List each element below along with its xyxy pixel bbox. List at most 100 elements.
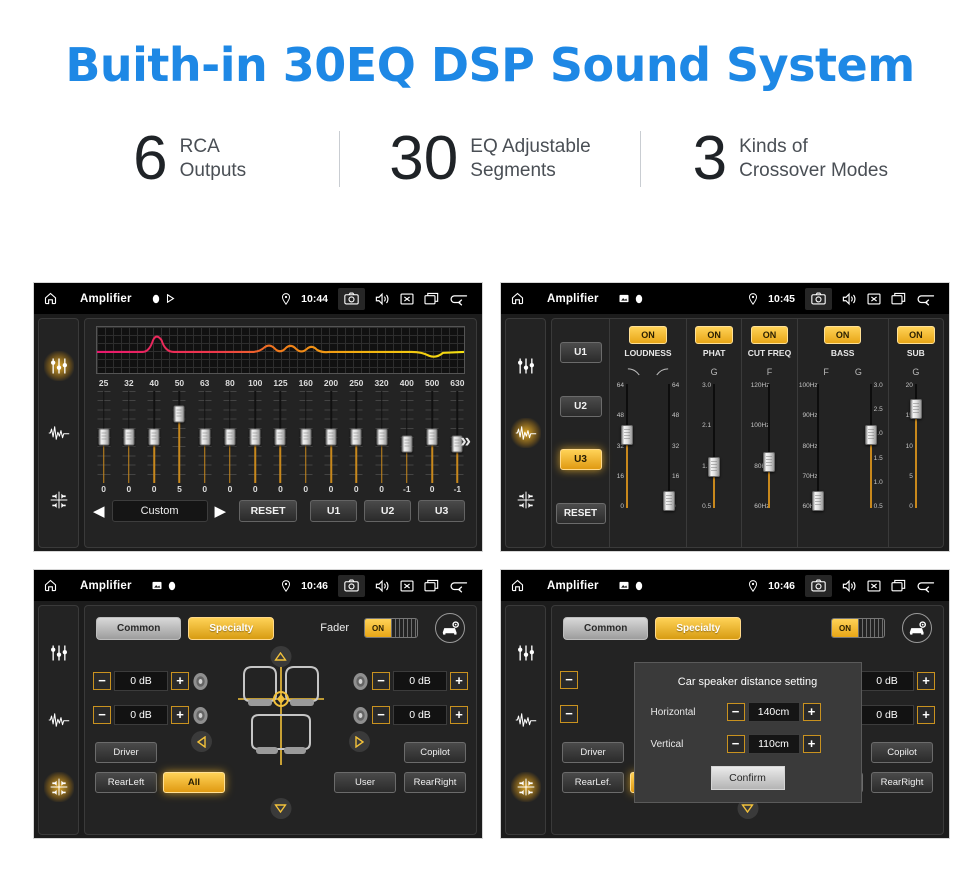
seat-button-rearright[interactable]: RearRight bbox=[404, 772, 466, 793]
increase-button[interactable]: + bbox=[450, 672, 468, 690]
recent-apps-icon[interactable] bbox=[891, 579, 906, 592]
back-arrow-icon[interactable] bbox=[916, 292, 936, 306]
close-box-icon[interactable] bbox=[400, 292, 414, 306]
increase-button[interactable]: + bbox=[917, 672, 935, 690]
balance-up-button[interactable] bbox=[270, 646, 291, 667]
sidebar-item-waveform[interactable] bbox=[44, 705, 74, 735]
eq-slider-knob[interactable] bbox=[224, 428, 236, 446]
increase-button[interactable]: + bbox=[171, 672, 189, 690]
decrease-button[interactable]: − bbox=[560, 671, 578, 689]
tab-specialty[interactable]: Specialty bbox=[655, 616, 742, 640]
dsp-preset-u1-button[interactable]: U1 bbox=[559, 342, 602, 364]
sidebar-item-balance[interactable] bbox=[510, 771, 541, 802]
sidebar-item-waveform[interactable] bbox=[511, 705, 541, 735]
eq-slider[interactable] bbox=[419, 391, 444, 483]
seat-button-copilot[interactable]: Copilot bbox=[871, 742, 933, 763]
decrease-button[interactable]: − bbox=[93, 706, 111, 724]
vertical-decrease-button[interactable]: − bbox=[726, 735, 745, 753]
seat-button-driver[interactable]: Driver bbox=[95, 742, 157, 763]
slider-knob[interactable] bbox=[811, 491, 824, 512]
volume-icon[interactable] bbox=[375, 579, 390, 593]
close-box-icon[interactable] bbox=[867, 579, 881, 593]
eq-slider[interactable] bbox=[293, 391, 318, 483]
preset-next-button[interactable]: ▶ bbox=[215, 504, 227, 519]
eq-slider-knob[interactable] bbox=[98, 428, 110, 446]
sub-gain-slider[interactable]: 20 15 10 5 0 bbox=[899, 380, 933, 512]
cutfreq-toggle[interactable]: ON bbox=[750, 326, 789, 344]
recent-apps-icon[interactable] bbox=[891, 292, 906, 305]
back-arrow-icon[interactable] bbox=[916, 579, 936, 593]
phat-toggle[interactable]: ON bbox=[695, 326, 733, 344]
home-icon[interactable] bbox=[43, 291, 58, 306]
loudness-slider-b[interactable]: 64 48 32 16 0 bbox=[652, 380, 686, 512]
recent-apps-icon[interactable] bbox=[424, 292, 439, 305]
cutfreq-slider[interactable]: 120Hz 100Hz 80Hz 60Hz bbox=[749, 380, 789, 512]
tab-common[interactable]: Common bbox=[563, 616, 649, 640]
bass-gain-slider[interactable]: 3.0 2.5 2.0 1.5 1.0 0.5 bbox=[854, 380, 888, 512]
horizontal-decrease-button[interactable]: − bbox=[726, 703, 745, 721]
tab-specialty[interactable]: Specialty bbox=[188, 616, 275, 640]
sidebar-item-balance[interactable] bbox=[511, 485, 541, 515]
reset-button[interactable]: RESET bbox=[239, 500, 298, 522]
decrease-button[interactable]: − bbox=[372, 672, 390, 690]
eq-slider-knob[interactable] bbox=[350, 428, 362, 446]
preset-prev-button[interactable]: ◀ bbox=[93, 504, 105, 519]
user-preset-u1-button[interactable]: U1 bbox=[310, 500, 358, 522]
car-settings-button[interactable] bbox=[435, 613, 465, 643]
seat-button-rearright[interactable]: RearRight bbox=[871, 772, 933, 793]
bass-freq-slider[interactable]: 100Hz 90Hz 80Hz 70Hz 60Hz bbox=[798, 380, 838, 512]
eq-slider-knob[interactable] bbox=[123, 428, 135, 446]
sidebar-item-equalizer[interactable] bbox=[43, 351, 74, 382]
eq-slider[interactable] bbox=[192, 391, 217, 483]
camera-icon[interactable] bbox=[344, 292, 359, 305]
balance-down-button[interactable] bbox=[270, 798, 291, 819]
slider-knob[interactable] bbox=[864, 425, 877, 446]
volume-icon[interactable] bbox=[375, 292, 390, 306]
slider-knob[interactable] bbox=[708, 457, 721, 478]
dsp-preset-u3-button[interactable]: U3 bbox=[559, 449, 602, 471]
eq-slider[interactable] bbox=[243, 391, 268, 483]
home-icon[interactable] bbox=[510, 291, 525, 306]
increase-button[interactable]: + bbox=[171, 706, 189, 724]
seat-button-rearleft[interactable]: RearLef. bbox=[562, 772, 624, 793]
loudness-toggle[interactable]: ON bbox=[629, 326, 667, 344]
sub-toggle[interactable]: ON bbox=[897, 326, 935, 344]
phat-gain-slider[interactable]: 3.0 2.1 1.3 0.5 bbox=[697, 380, 731, 512]
seat-button-rearleft[interactable]: RearLeft bbox=[95, 772, 157, 793]
expand-chevron-icon[interactable]: » bbox=[460, 431, 471, 453]
slider-knob[interactable] bbox=[663, 491, 675, 512]
balance-left-button[interactable] bbox=[190, 731, 212, 752]
camera-icon[interactable] bbox=[344, 579, 359, 592]
close-box-icon[interactable] bbox=[400, 579, 414, 593]
preset-name[interactable]: Custom bbox=[111, 500, 208, 522]
car-seat-diagram[interactable] bbox=[222, 649, 340, 771]
vertical-increase-button[interactable]: + bbox=[802, 735, 821, 753]
eq-slider[interactable] bbox=[167, 391, 192, 483]
back-arrow-icon[interactable] bbox=[449, 579, 469, 593]
back-arrow-icon[interactable] bbox=[449, 292, 469, 306]
decrease-button[interactable]: − bbox=[93, 672, 111, 690]
eq-slider[interactable] bbox=[91, 391, 116, 483]
sidebar-item-waveform[interactable] bbox=[44, 418, 74, 448]
close-box-icon[interactable] bbox=[867, 292, 881, 306]
eq-slider-knob[interactable] bbox=[249, 428, 261, 446]
camera-icon[interactable] bbox=[811, 292, 826, 305]
camera-button[interactable] bbox=[805, 287, 832, 310]
increase-button[interactable]: + bbox=[450, 706, 468, 724]
home-icon[interactable] bbox=[43, 578, 58, 593]
fader-toggle[interactable]: ON bbox=[831, 618, 885, 638]
decrease-button[interactable]: − bbox=[560, 705, 578, 723]
sidebar-item-equalizer[interactable] bbox=[44, 638, 74, 668]
eq-slider-knob[interactable] bbox=[401, 435, 413, 453]
eq-slider[interactable] bbox=[268, 391, 293, 483]
increase-button[interactable]: + bbox=[917, 706, 935, 724]
camera-button[interactable] bbox=[805, 574, 832, 597]
sidebar-item-balance[interactable] bbox=[44, 485, 74, 515]
sidebar-item-waveform[interactable] bbox=[510, 417, 541, 448]
eq-slider[interactable] bbox=[318, 391, 343, 483]
car-settings-button[interactable] bbox=[902, 613, 932, 643]
eq-slider-knob[interactable] bbox=[199, 428, 211, 446]
eq-slider[interactable] bbox=[142, 391, 167, 483]
fader-toggle[interactable]: ON bbox=[364, 618, 418, 638]
eq-slider[interactable] bbox=[116, 391, 141, 483]
